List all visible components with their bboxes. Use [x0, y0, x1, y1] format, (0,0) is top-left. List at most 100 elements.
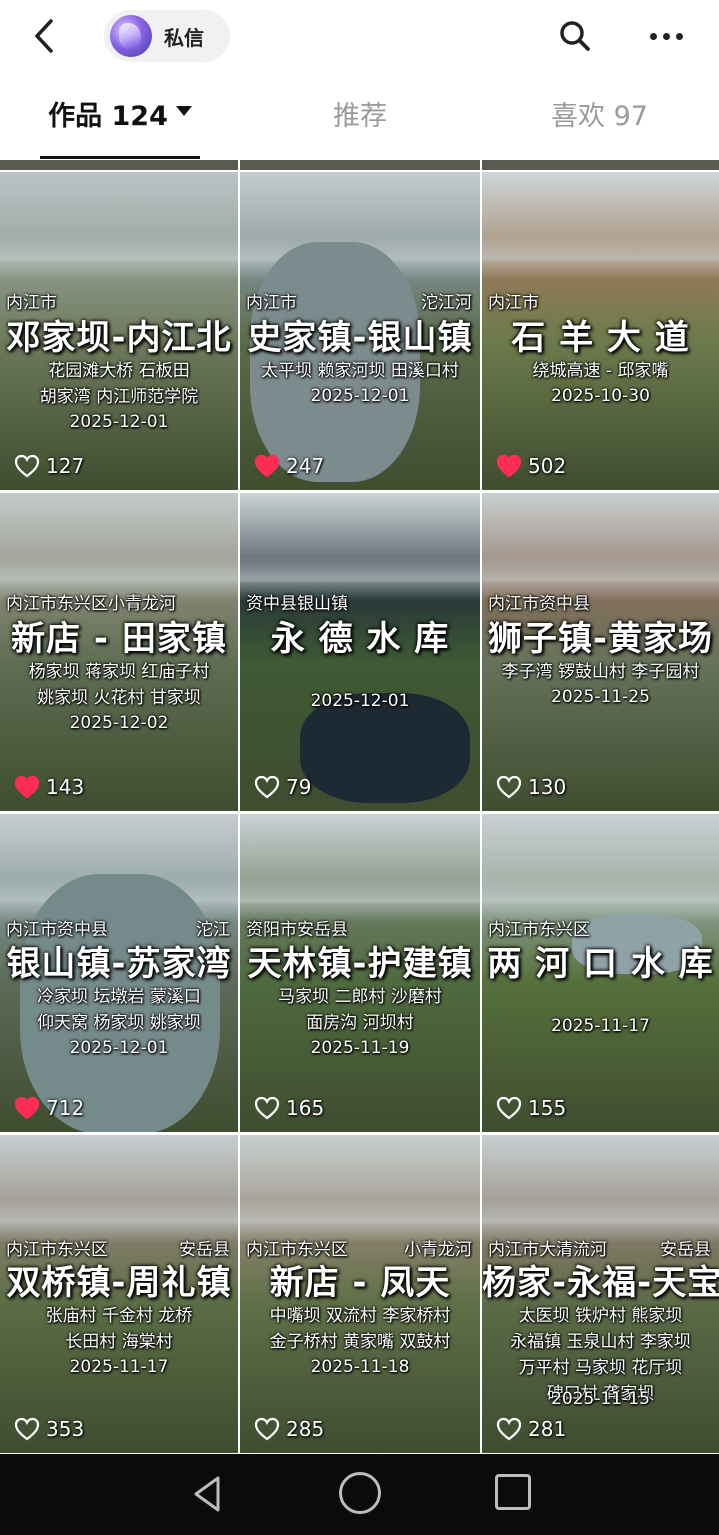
heart-icon [496, 1096, 522, 1120]
video-title: 两 河 口 水 库 [487, 944, 714, 984]
video-title: 狮子镇-黄家场 [487, 619, 714, 659]
thumbnail-haze [482, 235, 719, 281]
tab-likes-label: 喜欢 97 [551, 101, 648, 132]
video-date: 2025-11-25 [551, 687, 650, 707]
system-nav-bar [0, 1454, 719, 1535]
video-places-line: 金子桥村 黄家嘴 双鼓村 [269, 1332, 451, 1352]
video-card[interactable]: 内江市资中县 沱江 银山镇-苏家湾 冷家坝 坛墩岩 蒙溪口 仰天窝 杨家坝 姚家坝 202… [0, 814, 238, 1132]
tab-works[interactable]: 作品 124 [0, 94, 240, 156]
video-places-line: 张庙村 千金村 龙桥 [45, 1306, 193, 1326]
video-card[interactable]: 内江市资中县 狮子镇-黄家场 李子湾 锣鼓山村 李子园村 2025-11-25 130 [482, 493, 719, 811]
video-places-line: 面房沟 河坝村 [306, 1013, 414, 1033]
video-card[interactable]: 内江市 沱江河 史家镇-银山镇 太平坝 赖家河坝 田溪口村 2025-12-01 247 [240, 172, 480, 490]
video-places-line: 中嘴坝 双流村 李家桥村 [269, 1306, 451, 1326]
top-bar: 私信 [0, 0, 719, 78]
heart-icon [14, 775, 40, 799]
private-message-button[interactable]: 私信 [104, 10, 230, 62]
video-date: 2025-11-17 [551, 1016, 650, 1036]
like-count-value: 712 [46, 1096, 85, 1120]
video-title: 石 羊 大 道 [511, 318, 690, 358]
like-count: 130 [496, 775, 566, 799]
video-date: 2025-10-30 [551, 386, 650, 406]
video-places-line: 杨家坝 蒋家坝 红庙子村 [28, 662, 210, 682]
more-dot-icon [649, 32, 657, 40]
private-message-label: 私信 [164, 25, 204, 50]
heart-icon [254, 454, 280, 478]
video-card[interactable]: 内江市东兴区 小青龙河 新店 - 凤天 中嘴坝 双流村 李家桥村 金子桥村 黄家嘴 双鼓… [240, 1135, 480, 1453]
square-recents-icon[interactable] [495, 1474, 531, 1510]
back-button[interactable] [22, 12, 66, 60]
video-card[interactable]: 内江市东兴区两 河 口 水 库 2025-11-17 155 [482, 814, 719, 1132]
search-icon [560, 21, 590, 51]
heart-icon [14, 1417, 40, 1441]
tab-recommend[interactable]: 推荐 [240, 94, 480, 156]
video-card[interactable]: 内江市石 羊 大 道绕城高速 - 邱家嘴 2025-10-30 502 [482, 172, 719, 490]
like-count: 127 [14, 454, 84, 478]
video-date: 2025-12-01 [69, 1038, 169, 1058]
like-count: 502 [496, 454, 566, 478]
previous-row-edge [482, 160, 719, 170]
video-grid: 内江市 邓家坝-内江北 花园滩大桥 石板田 胡家湾 内江师范学院 2025-12-01 1… [0, 160, 719, 1454]
chevron-left-icon [35, 19, 53, 53]
tab-likes[interactable]: 喜欢 97 [480, 94, 719, 156]
video-places-line: 胡家湾 内江师范学院 [39, 387, 199, 407]
video-title: 永 德 水 库 [270, 619, 450, 659]
like-count: 247 [254, 454, 324, 478]
video-title: 天林镇-护建镇 [247, 944, 473, 984]
like-count-value: 79 [286, 775, 312, 799]
like-count-value: 130 [528, 775, 567, 799]
video-date: 2025-11-19 [310, 1038, 410, 1058]
triangle-back-icon[interactable] [186, 1472, 230, 1516]
like-count: 79 [254, 775, 311, 799]
more-dot-icon [675, 32, 683, 40]
like-count-value: 165 [286, 1096, 325, 1120]
heart-icon [254, 775, 280, 799]
video-places-line: 冷家坝 坛墩岩 蒙溪口 [37, 987, 201, 1007]
video-places-line: 仰天窝 杨家坝 姚家坝 [37, 1013, 201, 1033]
like-count-value: 281 [528, 1417, 567, 1441]
like-count: 143 [14, 775, 84, 799]
video-date: 2025-11-18 [310, 1357, 410, 1377]
video-date: 2025-12-02 [69, 713, 169, 733]
video-places-line: 长田村 海棠村 [65, 1332, 173, 1352]
search-button[interactable] [553, 14, 597, 58]
like-count-value: 155 [528, 1096, 567, 1120]
profile-tabs: 作品 124 推荐 喜欢 97 [0, 94, 719, 156]
video-card[interactable]: 内江市东兴区小青龙河 新店 - 田家镇 杨家坝 蒋家坝 红庙子村 姚家坝 火花村 甘家… [0, 493, 238, 811]
video-places-line: 太平坝 赖家河坝 田溪口村 [261, 361, 459, 381]
like-count: 165 [254, 1096, 324, 1120]
video-card[interactable]: 内江市 邓家坝-内江北 花园滩大桥 石板田 胡家湾 内江师范学院 2025-12-01 1… [0, 172, 238, 490]
like-count-value: 247 [286, 454, 325, 478]
video-places-line: 永福镇 玉泉山村 李家坝 [510, 1332, 691, 1352]
more-button[interactable] [640, 14, 692, 58]
like-count-value: 353 [46, 1417, 85, 1441]
video-places-line: 李子湾 锣鼓山村 李子园村 [501, 662, 700, 682]
video-places-line: 花园滩大桥 石板田 [48, 361, 190, 381]
video-title: 银山镇-苏家湾 [6, 944, 232, 984]
video-card[interactable]: 内江市大清流河 安岳县 杨家-永福-天宝 太医坝 铁炉村 熊家坝 永福镇 玉泉山村 李家… [482, 1135, 719, 1453]
like-count-value: 127 [46, 454, 85, 478]
video-card[interactable]: 资中县银山镇永 德 水 库 2025-12-01 79 [240, 493, 480, 811]
tab-recommend-label: 推荐 [333, 101, 387, 132]
previous-row-edge [240, 160, 480, 170]
like-count-value: 285 [286, 1417, 325, 1441]
video-card[interactable]: 资阳市安岳县 天林镇-护建镇 马家坝 二郎村 沙磨村 面房沟 河坝村 2025-11-1… [240, 814, 480, 1132]
video-card[interactable]: 内江市东兴区 安岳县 双桥镇-周礼镇 张庙村 千金村 龙桥 长田村 海棠村 2025-11… [0, 1135, 238, 1453]
video-date: 2025-12-01 [69, 412, 169, 432]
previous-row-edge [0, 160, 238, 170]
circle-home-icon[interactable] [339, 1472, 381, 1514]
video-date: 2025-11-15 [551, 1389, 650, 1409]
like-count: 281 [496, 1417, 566, 1441]
heart-icon [496, 775, 522, 799]
video-date: 2025-11-17 [69, 1357, 169, 1377]
video-title: 史家镇-银山镇 [247, 318, 473, 358]
heart-icon [254, 1417, 280, 1441]
like-count-value: 143 [46, 775, 85, 799]
heart-icon [496, 1417, 522, 1441]
heart-icon [254, 1096, 280, 1120]
like-count: 712 [14, 1096, 84, 1120]
video-places-line: 姚家坝 火花村 甘家坝 [37, 688, 201, 708]
video-places-line: 万平村 马家坝 花厅坝 [518, 1358, 683, 1378]
thumbnail-haze [0, 235, 238, 281]
like-count: 285 [254, 1417, 324, 1441]
